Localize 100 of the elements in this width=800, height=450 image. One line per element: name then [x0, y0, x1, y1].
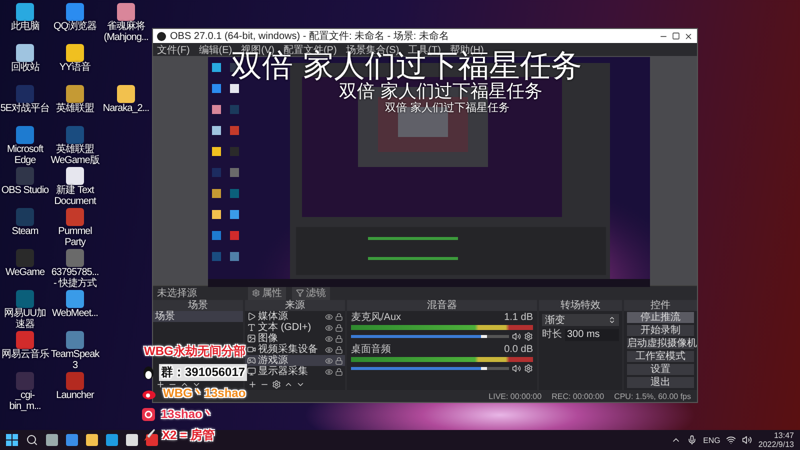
overlay-text: WBG丶13shao [162, 385, 247, 402]
app-icon[interactable] [16, 126, 34, 144]
overlay-text: WBG永劫无间分部 [143, 343, 246, 360]
app-icon[interactable] [66, 85, 84, 103]
visibility-icon[interactable] [325, 346, 333, 354]
duration-label: 时长 [542, 330, 562, 340]
move-up-icon[interactable] [284, 380, 293, 389]
menu-item[interactable]: 文件(F) [157, 42, 190, 56]
app-icon[interactable] [16, 44, 34, 62]
filters-button[interactable]: 滤镜 [292, 286, 330, 300]
source-item[interactable]: 文本 (GDI+) [245, 322, 345, 333]
volume-reading: 0.0 dB [504, 345, 533, 355]
clock[interactable]: 13:47 2022/9/13 [758, 431, 794, 449]
volume-reading: 1.1 dB [504, 313, 533, 323]
move-up-icon[interactable] [180, 380, 189, 389]
desktop-icon-label[interactable]: Naraka_2... [102, 104, 150, 114]
desktop-icon-label[interactable]: 5E对战平台 [0, 104, 50, 114]
desktop-icon-label[interactable]: Pummel Party [50, 227, 100, 248]
eye-logo-icon [142, 388, 157, 400]
maximize-icon[interactable] [672, 32, 680, 40]
app-icon[interactable] [66, 331, 84, 349]
source-item[interactable]: 视频采集设备 [245, 344, 345, 355]
rocket-icon [142, 428, 156, 443]
app-icon[interactable] [117, 85, 135, 103]
windows-logo-icon[interactable] [6, 434, 18, 446]
settings-icon[interactable] [524, 332, 533, 341]
source-item[interactable]: 显示器采集 [245, 366, 345, 377]
scene-item[interactable]: 场景 [153, 311, 243, 322]
volume-slider[interactable] [351, 367, 509, 370]
lock-icon[interactable] [335, 312, 343, 320]
desktop-icon-label[interactable]: 回收站 [10, 63, 40, 74]
desktop-icon-label[interactable]: 网易UU加速器 [0, 309, 50, 330]
visibility-icon[interactable] [325, 368, 333, 376]
visibility-icon[interactable] [325, 312, 333, 320]
desktop-icon-label[interactable]: Steam [12, 227, 38, 238]
desktop-icon-label[interactable]: 雀魂麻将 (Mahjong... [100, 22, 152, 43]
desktop-icon-label[interactable]: WebMeet... [52, 309, 98, 320]
app-icon[interactable] [66, 44, 84, 62]
overlay-text: 13shao丶 [160, 406, 216, 423]
close-icon[interactable] [684, 32, 693, 40]
desktop-icon-label[interactable]: 63795785... - 快捷方式 [50, 268, 100, 289]
desktop-icon-label[interactable]: 网易云音乐 [1, 350, 49, 360]
control-button[interactable]: 停止推流 [627, 312, 694, 323]
control-button[interactable]: 设置 [627, 364, 694, 375]
menu-item[interactable]: 编辑(E) [198, 42, 232, 56]
speaker-icon[interactable] [512, 364, 521, 373]
move-down-icon[interactable] [192, 380, 201, 389]
desktop-icon-label[interactable]: WeGame [5, 268, 45, 278]
source-item[interactable]: 图像 [245, 333, 345, 344]
volume-slider[interactable] [351, 335, 509, 338]
properties-button[interactable]: 属性 [248, 286, 286, 300]
transition-select[interactable]: 渐变 [542, 314, 619, 326]
app-icon[interactable] [66, 290, 84, 308]
microphone-icon[interactable] [687, 435, 698, 445]
desktop-icon-label[interactable]: 新建 Text Document [50, 186, 100, 207]
visibility-icon[interactable] [325, 356, 333, 364]
app-icon[interactable] [117, 3, 135, 21]
desktop-icon-label[interactable]: _cgi-bin_m... [0, 391, 50, 412]
source-item[interactable]: 媒体源 [245, 311, 345, 322]
desktop-icon-label[interactable]: OBS Studio [1, 186, 49, 196]
app-icon[interactable] [66, 167, 84, 185]
language-indicator[interactable]: ENG [703, 436, 720, 444]
settings-icon[interactable] [272, 380, 281, 389]
lock-icon[interactable] [335, 356, 343, 364]
lock-icon[interactable] [335, 346, 343, 354]
move-down-icon[interactable] [296, 380, 305, 389]
app-icon[interactable] [66, 249, 84, 267]
channel-name: 桌面音频 [351, 345, 391, 355]
settings-icon[interactable] [524, 364, 533, 373]
visibility-icon[interactable] [325, 334, 333, 342]
source-item[interactable]: 游戏源 [245, 355, 345, 366]
app-icon[interactable] [66, 3, 84, 21]
desktop-icon-label[interactable]: TeamSpeak 3 [50, 350, 100, 371]
network-icon[interactable] [726, 435, 736, 445]
add-icon[interactable] [248, 380, 257, 389]
desktop-icon-label[interactable]: QQ浏览器 [53, 22, 97, 32]
panel-header: 来源 [245, 300, 345, 311]
control-button[interactable]: 工作室模式 [627, 351, 694, 362]
desktop-icon-label[interactable]: Microsoft Edge [0, 145, 50, 166]
search-icon[interactable] [26, 434, 38, 446]
lock-icon[interactable] [335, 368, 343, 376]
desktop-icon-label[interactable]: YY语音 [59, 63, 91, 74]
app-icon[interactable] [16, 331, 34, 349]
desktop-icon-label[interactable]: 英雄联盟 [56, 104, 94, 114]
lock-icon[interactable] [335, 334, 343, 342]
app-logo-icon [142, 408, 155, 421]
control-button[interactable]: 开始录制 [627, 325, 694, 336]
speaker-icon[interactable] [742, 435, 752, 445]
desktop-icon-label[interactable]: Launcher [56, 391, 94, 402]
lock-icon[interactable] [335, 324, 343, 332]
desktop-icon-label[interactable]: 此电脑 [10, 22, 40, 32]
desktop-icon-label[interactable]: 英雄联盟 WeGame版 [50, 145, 100, 166]
app-icon[interactable] [66, 208, 84, 226]
panel-header: 场景 [153, 300, 243, 311]
control-button[interactable]: 退出 [627, 377, 694, 388]
speaker-icon[interactable] [512, 332, 521, 341]
add-icon[interactable] [156, 380, 165, 389]
duration-field[interactable]: 300 ms [565, 329, 619, 341]
visibility-icon[interactable] [325, 324, 333, 332]
app-icon[interactable] [16, 3, 34, 21]
